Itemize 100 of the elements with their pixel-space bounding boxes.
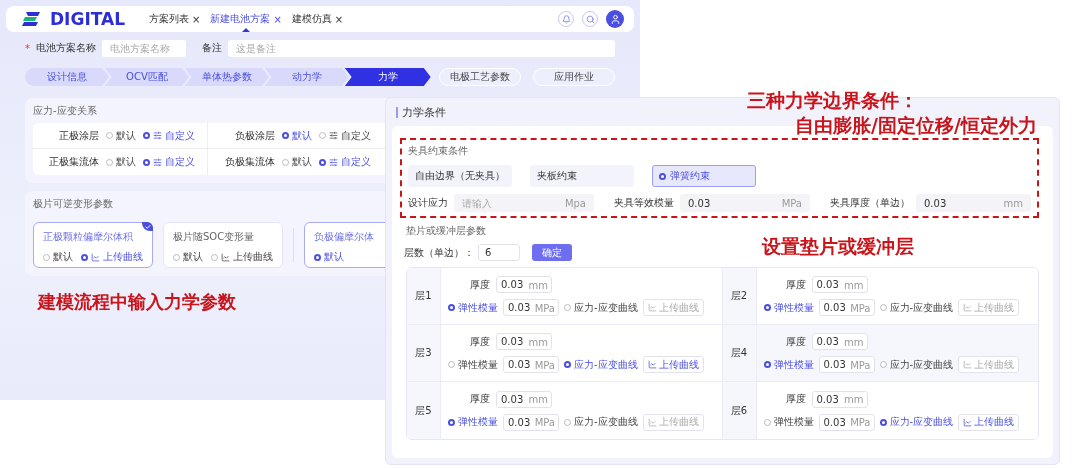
unit-label: mm (844, 336, 864, 347)
radio-option[interactable]: 上传曲线 (81, 250, 143, 264)
row-label: 负极集流体 (225, 155, 275, 169)
unit-label: mm (528, 393, 548, 405)
option-card[interactable]: 极片随SOC变形量 默认 上传曲线 (163, 222, 283, 268)
field-label: 厚度 (785, 392, 806, 406)
section-title: 夹具约束条件 (408, 144, 468, 158)
row-label: 正极集流体 (49, 155, 99, 169)
avatar-icon[interactable] (606, 10, 624, 28)
annotation-text: 三种力学边界条件： (747, 88, 918, 113)
radio-option[interactable]: 弹性模量 (763, 415, 814, 429)
step-item[interactable]: 动力学 (264, 68, 349, 86)
nav-tab[interactable]: 新建电池方案 × (210, 6, 282, 32)
radio-option[interactable]: 应力-应变曲线 (879, 415, 954, 429)
step-item[interactable]: 单体热参数 (184, 68, 269, 86)
radio-option[interactable]: 弹性模量 (448, 415, 498, 429)
check-icon (142, 222, 153, 231)
unit-label: MPa (781, 197, 802, 209)
radio-option[interactable]: 应力-应变曲线 (564, 415, 638, 429)
radio-option[interactable]: 自定义 (143, 128, 195, 143)
unit-label: mm (528, 336, 548, 347)
unit-label: MPa (850, 416, 871, 428)
radio-option[interactable]: 默认 (282, 128, 312, 143)
close-icon[interactable]: × (192, 13, 201, 25)
unit-label: MPa (534, 302, 555, 313)
count-input[interactable]: 6 (478, 244, 520, 261)
card-title: 正极颗粒偏摩尔体积 (43, 230, 134, 244)
step-item[interactable]: 力学 (344, 68, 431, 86)
field-label: 夹具等效模量 (614, 196, 674, 210)
unit-label: mm (844, 279, 864, 290)
radio-option[interactable]: 默认 (106, 128, 136, 143)
section-title: 极片可逆变形参数 (33, 197, 113, 211)
unit-label: MPa (850, 359, 871, 370)
field-label: 厚度 (470, 392, 490, 406)
radio-option[interactable]: 默认 (173, 250, 203, 264)
line-chart-icon (647, 417, 657, 427)
unit-label: MPa (534, 416, 555, 428)
choice-option[interactable]: 弹簧约束 (652, 165, 756, 187)
annotation-text: 自由膨胀/固定位移/恒定外力 (795, 113, 1037, 138)
radio-option[interactable]: 应力-应变曲线 (879, 357, 954, 372)
annotation-text: 建模流程中输入力学参数 (38, 290, 236, 314)
radio-option[interactable]: 应力-应变曲线 (564, 357, 638, 372)
line-chart-icon (91, 252, 100, 262)
upload-button[interactable]: 上传曲线 (642, 356, 704, 373)
choice-option[interactable]: 自由边界（无夹具） (408, 165, 512, 187)
annotation-text: 设置垫片或缓冲层 (762, 234, 914, 259)
line-chart-icon (963, 360, 973, 369)
upload-button[interactable]: 上传曲线 (958, 413, 1020, 431)
field-label: 夹具厚度（单边） (830, 196, 910, 210)
radio-icon (659, 172, 666, 180)
required-mark: * (25, 42, 30, 54)
radio-option[interactable]: 弹性模量 (448, 357, 498, 372)
field-label: 厚度 (785, 277, 806, 292)
line-chart-icon (221, 252, 230, 262)
layer-name: 层1 (407, 268, 441, 324)
step-item[interactable]: 电极工艺参数 (438, 68, 521, 86)
layer-name: 层5 (407, 382, 441, 439)
panel-title: 力学条件 (396, 106, 446, 118)
layer-name: 层2 (722, 268, 757, 324)
field-label: 厚度 (470, 277, 490, 292)
line-chart-icon (647, 360, 657, 369)
radio-option[interactable]: 自定义 (143, 155, 195, 169)
option-card[interactable]: 正极颗粒偏摩尔体积 默认 上传曲线 (33, 222, 153, 268)
layer-name: 层6 (722, 382, 757, 439)
radio-option[interactable]: 应力-应变曲线 (564, 300, 638, 315)
radio-option[interactable]: 弹性模量 (448, 300, 498, 315)
logo-text: DIGITAL (50, 9, 125, 29)
unit-label: mm (1003, 197, 1023, 209)
radio-option[interactable]: 自定义 (319, 128, 371, 143)
field-label: 备注 (202, 41, 222, 55)
step-item[interactable]: OCV匹配 (104, 68, 189, 86)
nav-tab[interactable]: 建模仿真 × (291, 6, 344, 32)
step-item[interactable]: 设计信息 (25, 68, 109, 86)
radio-option[interactable]: 弹性模量 (763, 300, 814, 315)
radio-option[interactable]: 默认 (43, 250, 73, 264)
name-input[interactable]: 电池方案名称 (102, 39, 186, 57)
field-label: 厚度 (785, 334, 806, 349)
field-label: 设计应力 (408, 196, 448, 210)
step-item[interactable]: 应用作业 (532, 68, 615, 86)
sliders-icon (329, 157, 338, 167)
close-icon[interactable]: × (273, 13, 282, 25)
radio-option[interactable]: 应力-应变曲线 (879, 300, 954, 315)
choice-option[interactable]: 夹板约束 (530, 165, 634, 187)
radio-option[interactable]: 上传曲线 (211, 250, 273, 264)
unit-label: mm (844, 393, 864, 405)
unit-label: MPa (850, 302, 871, 313)
radio-option[interactable]: 默认 (314, 250, 344, 264)
radio-option[interactable]: 默认 (106, 155, 136, 169)
close-icon[interactable]: × (334, 13, 344, 25)
note-input[interactable]: 这是备注 (228, 39, 615, 57)
sliders-icon (329, 131, 338, 140)
radio-option[interactable]: 弹性模量 (763, 357, 814, 372)
layer-name: 层3 (407, 325, 441, 381)
field-label: 电池方案名称 (36, 41, 96, 55)
confirm-button[interactable]: 确定 (532, 244, 572, 261)
radio-option[interactable]: 默认 (282, 155, 312, 169)
line-chart-icon (963, 417, 973, 427)
radio-option[interactable]: 自定义 (319, 155, 371, 169)
nav-tab[interactable]: 方案列表 × (149, 6, 201, 32)
row-label: 负极涂层 (235, 128, 275, 143)
